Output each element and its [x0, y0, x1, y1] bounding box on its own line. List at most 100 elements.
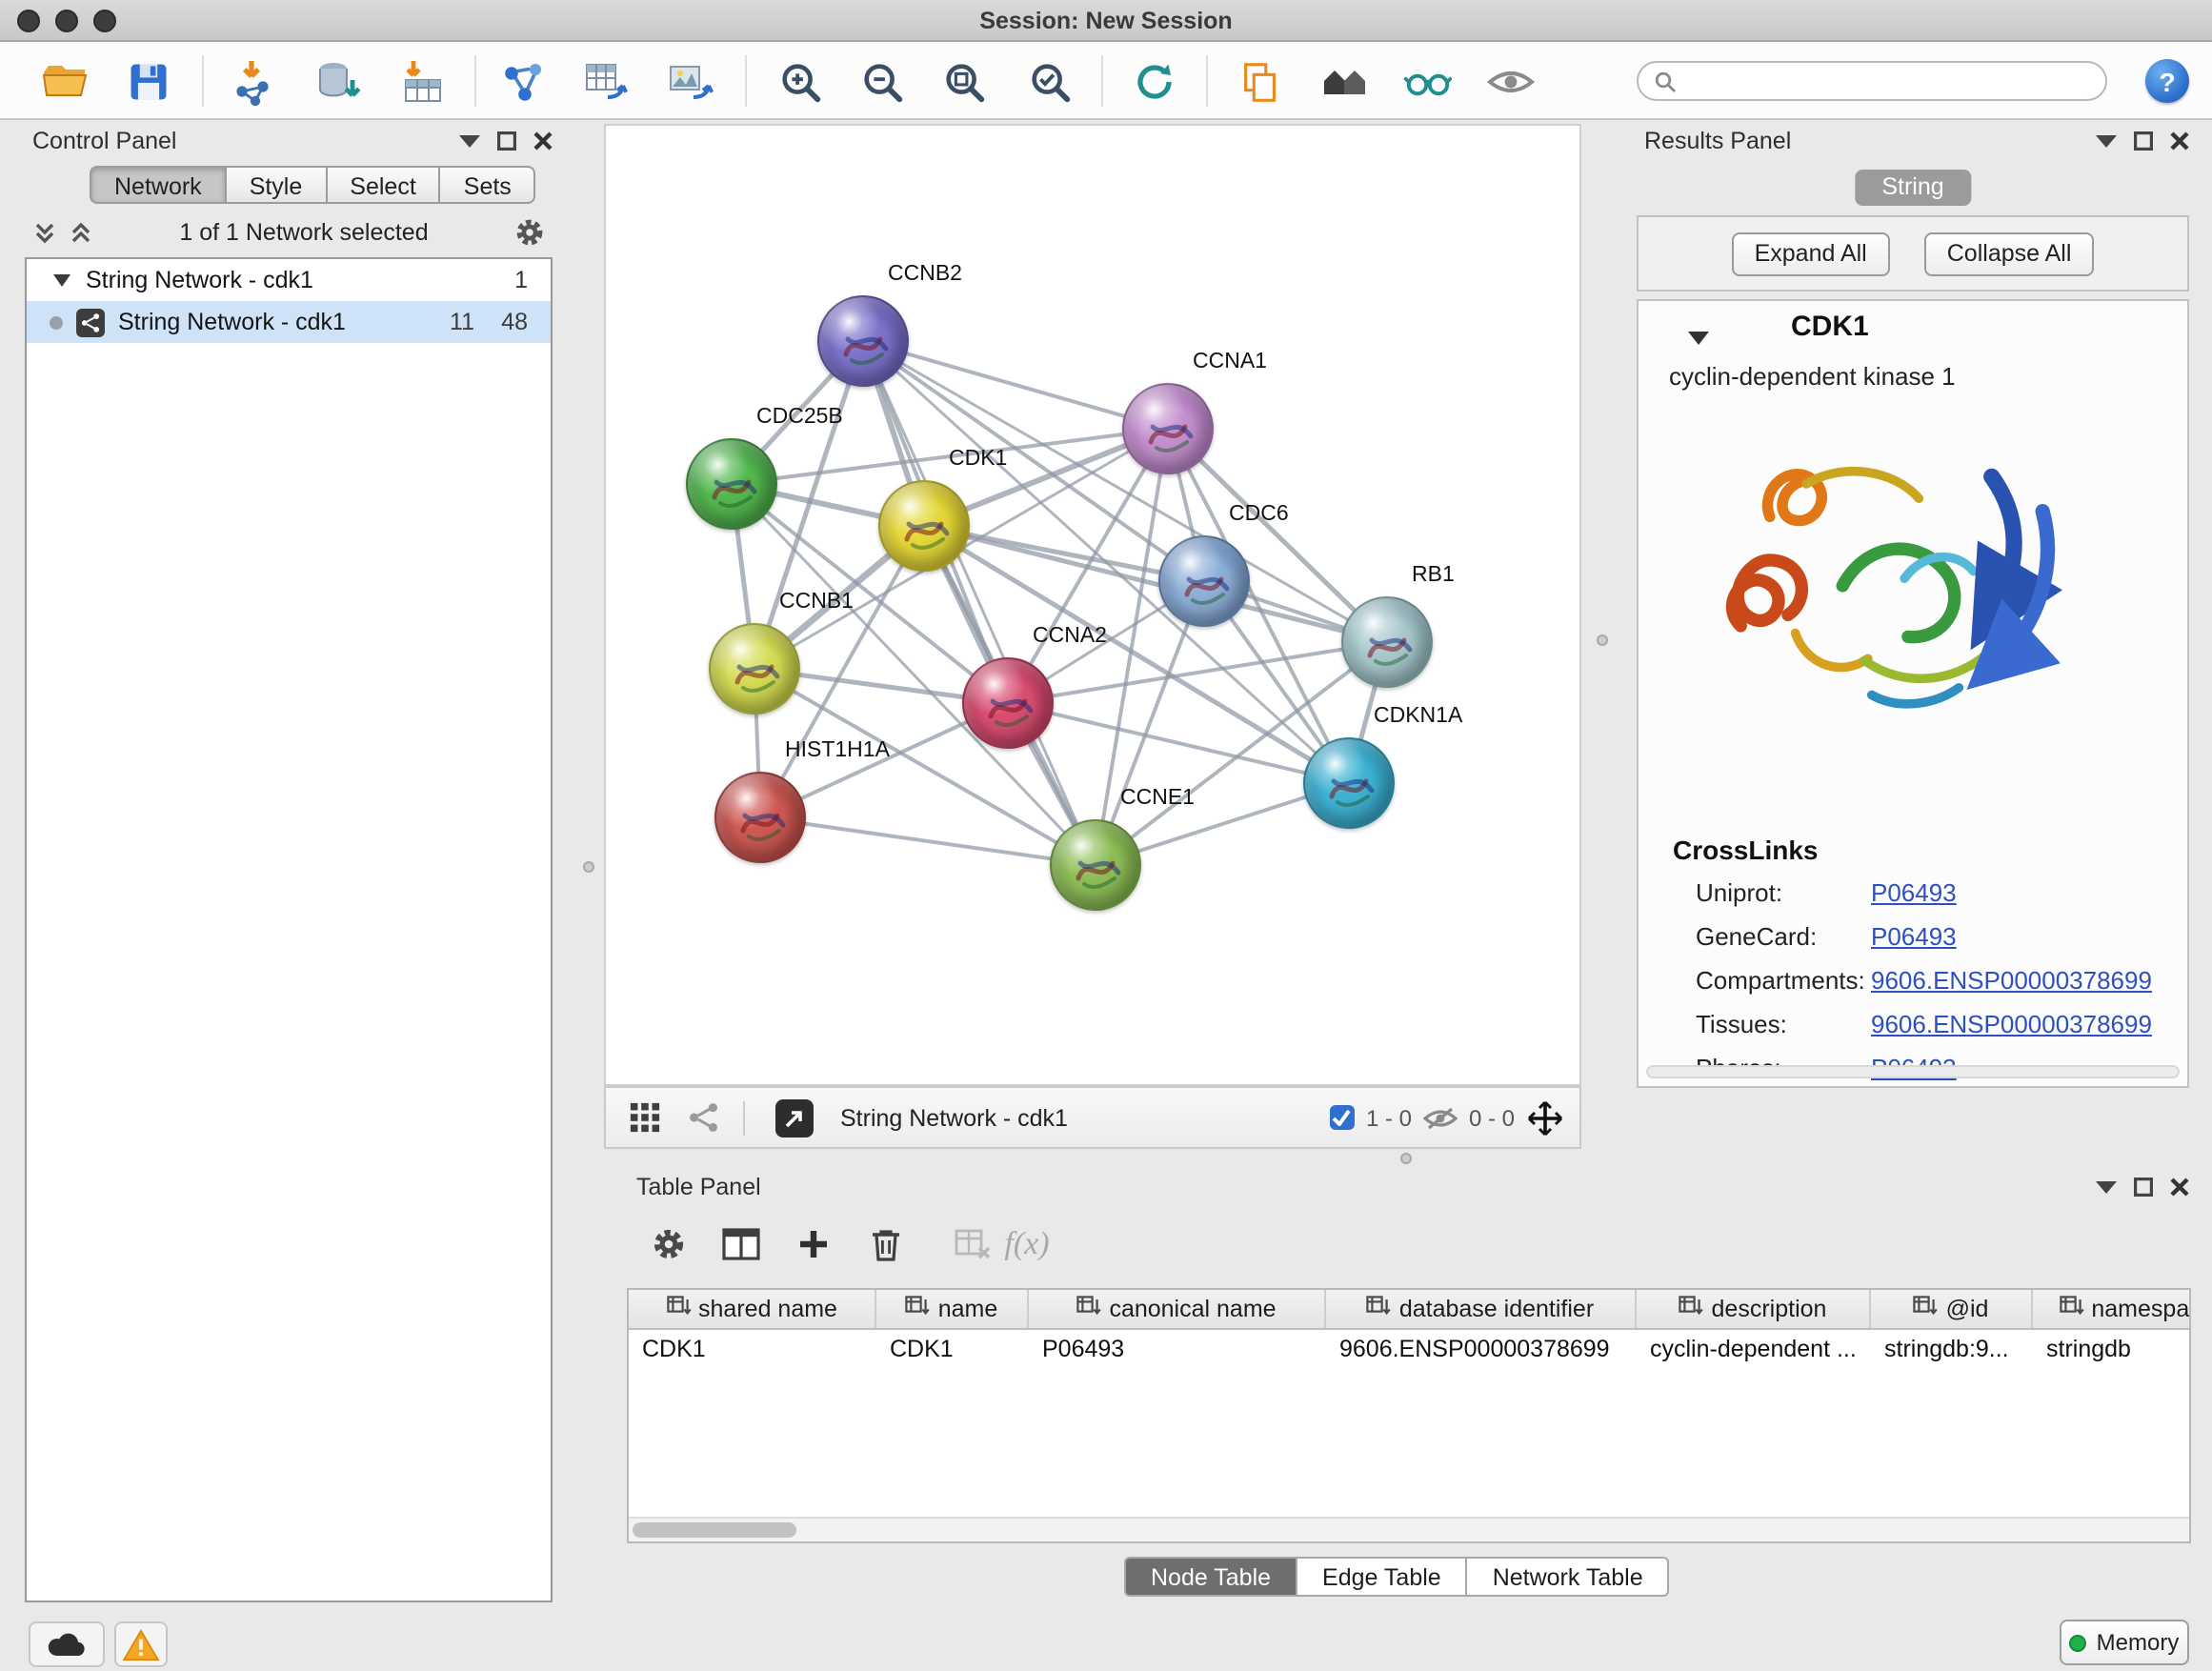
column-header-name[interactable]: name: [876, 1290, 1029, 1328]
open-in-new-window-button[interactable]: [775, 1098, 814, 1137]
network-share-button[interactable]: [688, 1101, 720, 1134]
export-image-button[interactable]: [659, 51, 720, 112]
splitter-handle[interactable]: [1400, 1153, 1412, 1164]
add-column-button[interactable]: [785, 1219, 842, 1269]
network-node-ccna1[interactable]: [1122, 383, 1214, 474]
zoom-selected-button[interactable]: [1019, 51, 1080, 112]
zoom-fit-button[interactable]: [934, 51, 995, 112]
column-header-canonical-name[interactable]: canonical name: [1029, 1290, 1326, 1328]
control-panel-close-button[interactable]: [533, 131, 553, 151]
home-button[interactable]: [1315, 51, 1376, 112]
search-input[interactable]: [1686, 66, 2090, 96]
zoom-in-button[interactable]: [770, 51, 831, 112]
help-button[interactable]: ?: [2145, 59, 2189, 103]
network-node-cdk1[interactable]: [878, 480, 970, 572]
table-cell[interactable]: P06493: [1029, 1336, 1326, 1362]
gene-disclosure-triangle[interactable]: [1688, 322, 1709, 356]
crosslink-row: Uniprot:P06493: [1639, 876, 2187, 920]
refresh-view-button[interactable]: [1124, 51, 1185, 112]
birdseye-grid-button[interactable]: [629, 1101, 661, 1134]
network-collection-label: String Network - cdk1: [86, 267, 313, 293]
table-settings-button[interactable]: [640, 1219, 697, 1269]
network-node-ccnb2[interactable]: [817, 295, 909, 387]
crosslink-link-uniprot-[interactable]: P06493: [1871, 876, 1957, 911]
column-header-description[interactable]: description: [1637, 1290, 1871, 1328]
tab-edge-table[interactable]: Edge Table: [1297, 1557, 1468, 1597]
network-node-cdkn1a[interactable]: [1303, 737, 1395, 829]
network-node-rb1[interactable]: [1341, 596, 1433, 688]
open-session-button[interactable]: [34, 51, 95, 112]
new-network-button[interactable]: [493, 51, 554, 112]
save-session-button[interactable]: [118, 51, 179, 112]
network-node-cdc25b[interactable]: [686, 438, 777, 530]
expand-all-button[interactable]: Expand All: [1732, 232, 1890, 275]
table-cell[interactable]: CDK1: [876, 1336, 1029, 1362]
splitter-handle[interactable]: [1597, 634, 1608, 646]
tab-style[interactable]: Style: [227, 166, 328, 204]
network-canvas[interactable]: CCNB2CCNA1CDC25BCDK1CDC6RB1CCNB1CCNA2CDK…: [604, 124, 1581, 1086]
import-network-file-button[interactable]: [223, 51, 284, 112]
column-header--id[interactable]: @id: [1871, 1290, 2033, 1328]
memory-button[interactable]: Memory: [2060, 1620, 2189, 1665]
splitter-handle[interactable]: [583, 861, 594, 873]
toggle-graphics-details-button[interactable]: [1480, 51, 1541, 112]
crosslink-link-tissues-[interactable]: 9606.ENSP00000378699: [1871, 1008, 2152, 1042]
table-panel-maximize-button[interactable]: [2134, 1178, 2153, 1197]
table-cell[interactable]: stringdb:9...: [1871, 1336, 2033, 1362]
table-cell[interactable]: stringdb: [2033, 1336, 2191, 1362]
selected-nodes-checkbox[interactable]: [1330, 1105, 1355, 1130]
show-columns-button[interactable]: [713, 1219, 770, 1269]
network-node-ccna2[interactable]: [962, 657, 1054, 749]
network-collection-row[interactable]: String Network - cdk1 1: [27, 259, 551, 301]
results-panel-close-button[interactable]: [2170, 131, 2189, 151]
collapse-all-button[interactable]: Collapse All: [1924, 232, 2095, 275]
control-panel-maximize-button[interactable]: [497, 131, 516, 151]
warnings-button[interactable]: [114, 1621, 168, 1667]
crosslink-link-compartments-[interactable]: 9606.ENSP00000378699: [1871, 964, 2152, 998]
toggle-string-style-button[interactable]: [1397, 51, 1458, 112]
crosslink-link-genecard-[interactable]: P06493: [1871, 920, 1957, 955]
table-row[interactable]: CDK1CDK1P064939606.ENSP00000378699cyclin…: [629, 1330, 2189, 1368]
zoom-out-button[interactable]: [852, 51, 913, 112]
search-box[interactable]: [1637, 61, 2107, 101]
results-scrollbar[interactable]: [1646, 1065, 2180, 1078]
control-panel-float-button[interactable]: [459, 134, 480, 148]
table-cell[interactable]: CDK1: [629, 1336, 876, 1362]
results-tab-string[interactable]: String: [1855, 170, 1970, 206]
tab-sets[interactable]: Sets: [441, 166, 536, 204]
import-table-button[interactable]: [392, 51, 453, 112]
tab-select[interactable]: Select: [327, 166, 441, 204]
column-header-namespace[interactable]: namespace: [2033, 1290, 2191, 1328]
function-builder-button[interactable]: f(x): [998, 1219, 1056, 1269]
cloud-status-button[interactable]: [29, 1621, 105, 1667]
network-node-ccne1[interactable]: [1050, 819, 1141, 911]
table-horizontal-scrollbar[interactable]: [629, 1517, 2189, 1541]
duplicate-network-button[interactable]: [1229, 51, 1290, 112]
fit-content-button[interactable]: [1526, 1098, 1564, 1137]
results-panel-maximize-button[interactable]: [2134, 131, 2153, 151]
table-panel-float-button[interactable]: [2096, 1180, 2117, 1194]
scrollbar-thumb[interactable]: [633, 1522, 796, 1538]
delete-table-button[interactable]: [945, 1219, 1002, 1269]
results-panel-float-button[interactable]: [2096, 134, 2117, 148]
export-table-button[interactable]: [575, 51, 636, 112]
tab-network[interactable]: Network: [90, 166, 227, 204]
network-node-hist1h1a[interactable]: [714, 772, 806, 863]
tab-network-table[interactable]: Network Table: [1468, 1557, 1670, 1597]
table-cell[interactable]: cyclin-dependent ...: [1637, 1336, 1871, 1362]
collapse-all-networks-button[interactable]: [32, 220, 57, 245]
network-list-item[interactable]: String Network - cdk1 11 48: [27, 301, 551, 343]
network-node-ccnb1[interactable]: [709, 623, 800, 715]
column-header-shared-name[interactable]: shared name: [629, 1290, 876, 1328]
share-icon: [688, 1101, 720, 1134]
tab-node-table[interactable]: Node Table: [1124, 1557, 1297, 1597]
delete-column-button[interactable]: [857, 1219, 915, 1269]
network-node-cdc6[interactable]: [1158, 535, 1250, 627]
expand-all-networks-button[interactable]: [69, 220, 93, 245]
network-options-gear-button[interactable]: [514, 217, 545, 248]
import-network-database-button[interactable]: [309, 51, 370, 112]
table-cell[interactable]: 9606.ENSP00000378699: [1326, 1336, 1637, 1362]
column-header-database-identifier[interactable]: database identifier: [1326, 1290, 1637, 1328]
table-panel-close-button[interactable]: [2170, 1178, 2189, 1197]
crosslinks-list: Uniprot:P06493GeneCard:P06493Compartment…: [1639, 876, 2187, 1096]
